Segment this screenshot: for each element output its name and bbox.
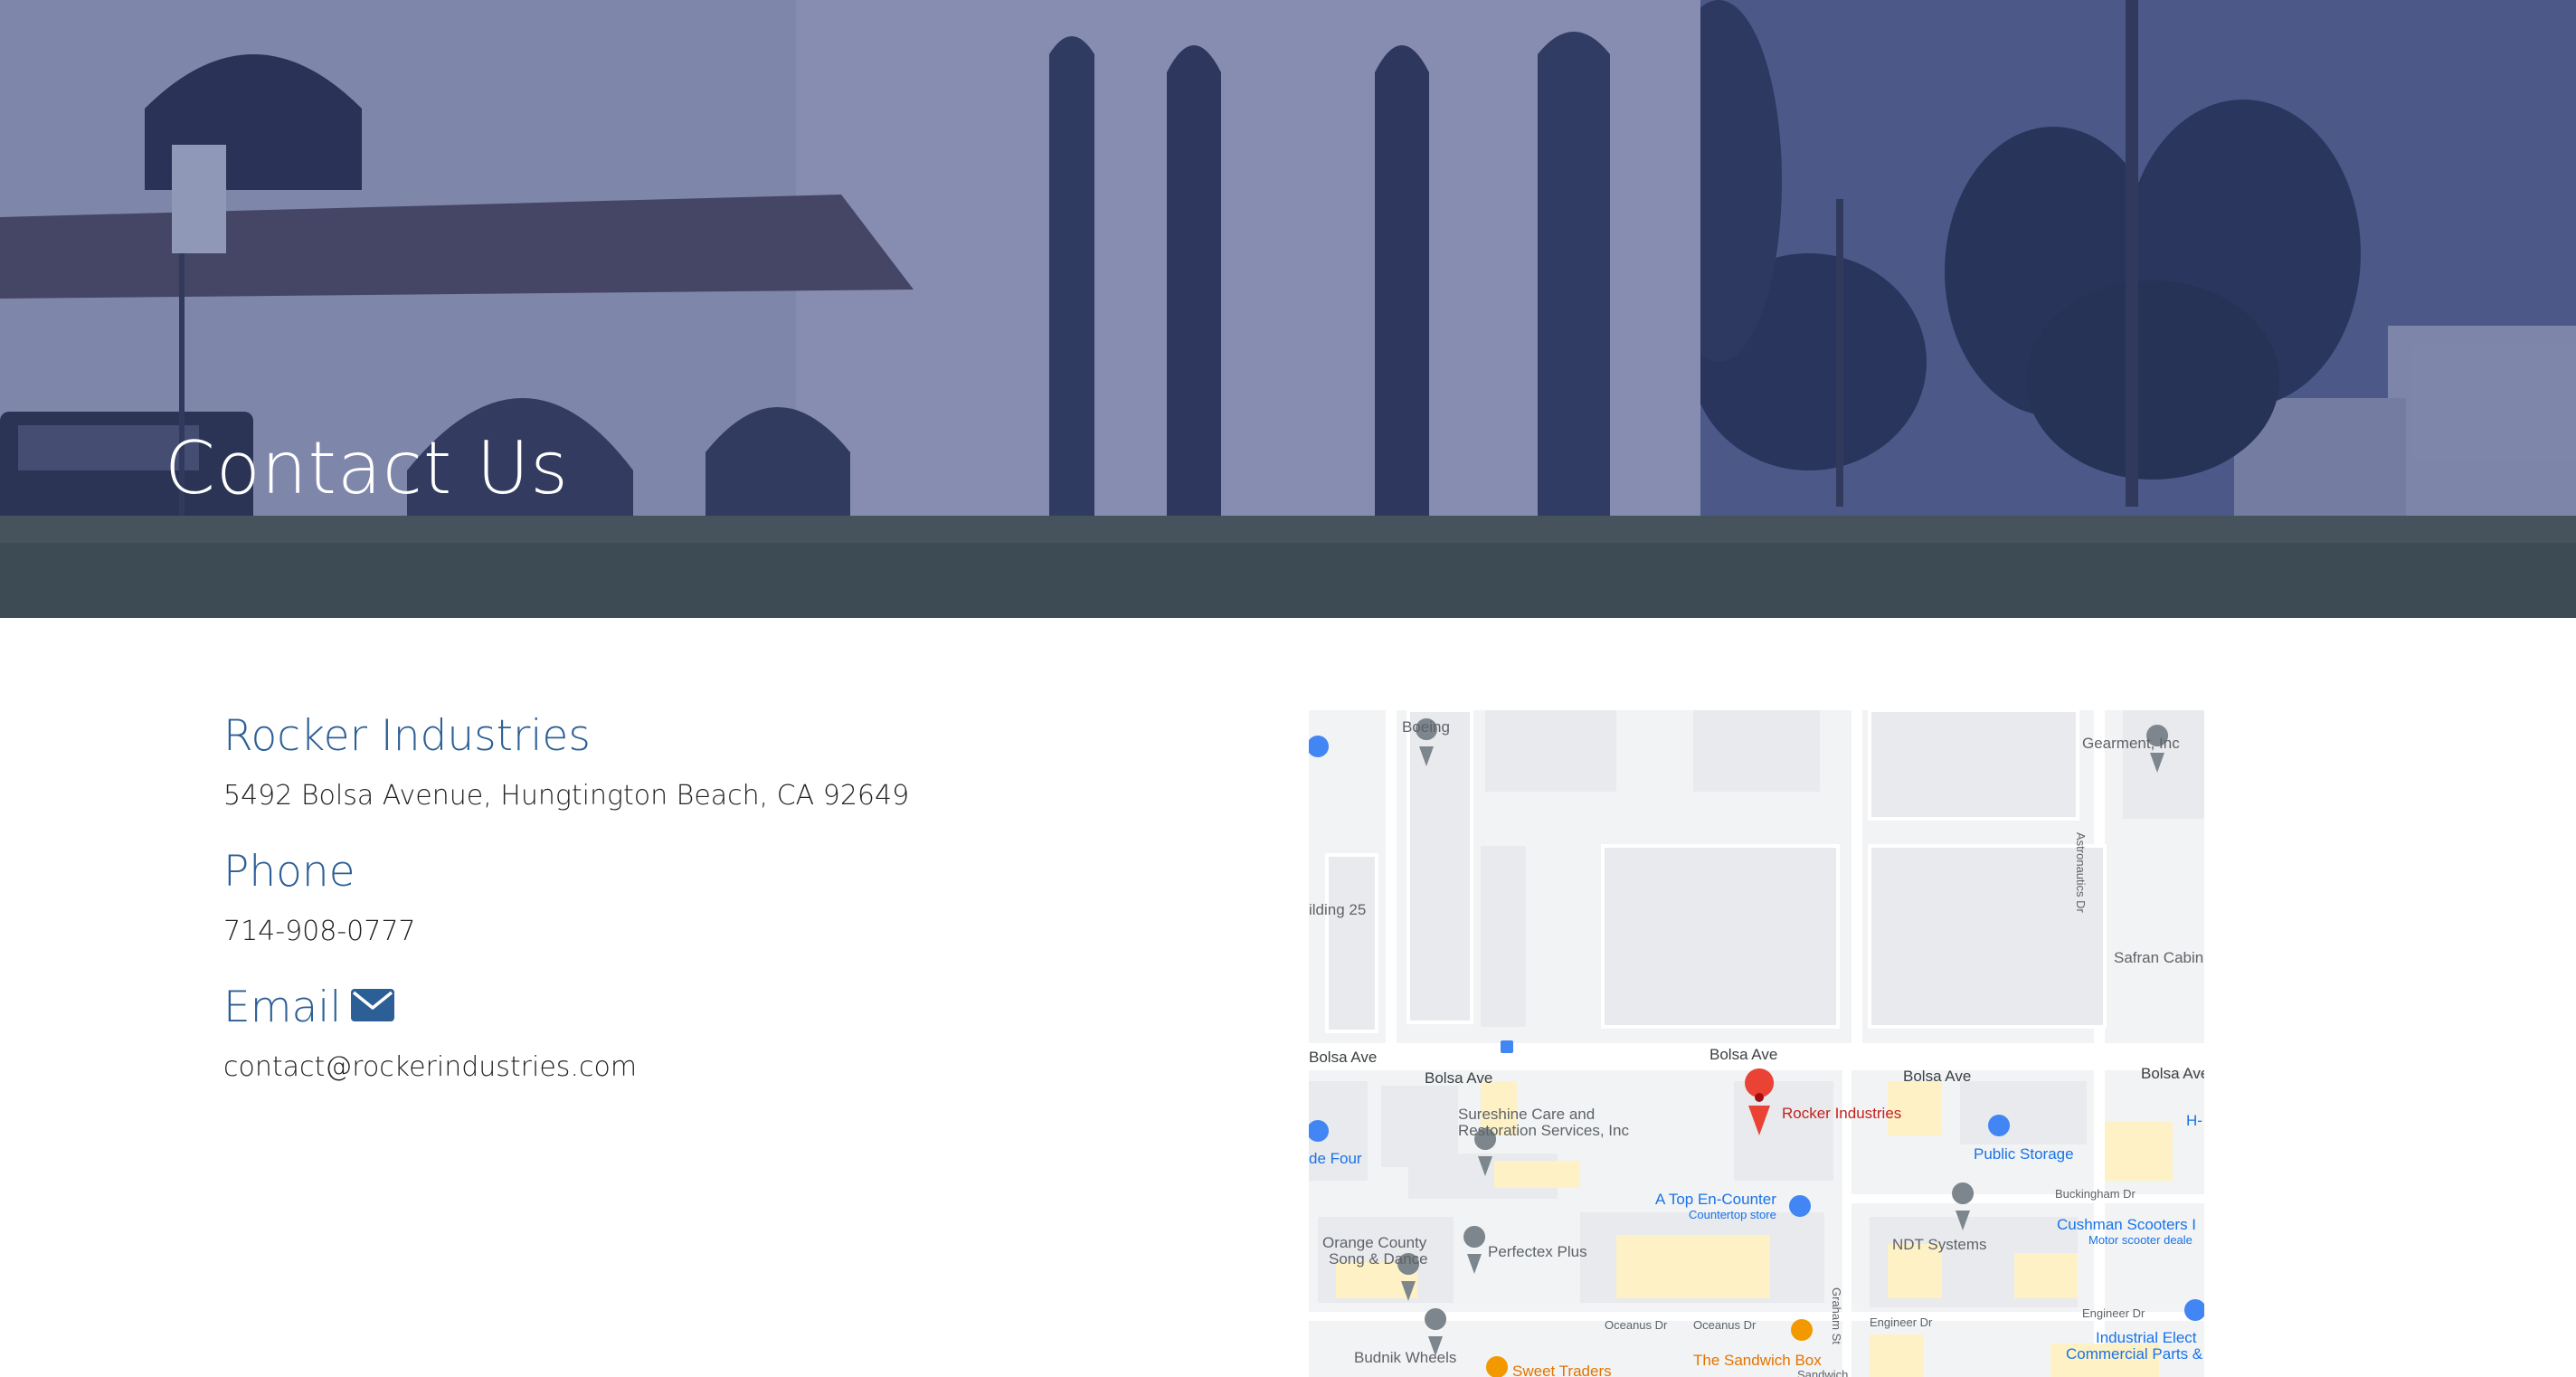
map-label-industrial-2: Commercial Parts & bbox=[2066, 1345, 2203, 1363]
map-road-oceanus-2: Oceanus Dr bbox=[1693, 1318, 1757, 1332]
map-label-budnik: Budnik Wheels bbox=[1354, 1349, 1457, 1366]
map-label-rocker: Rocker Industries bbox=[1782, 1105, 1902, 1122]
map-label-buckingham: Buckingham Dr bbox=[2055, 1187, 2136, 1201]
phone-number[interactable]: 714-908-0777 bbox=[223, 918, 416, 945]
envelope-icon bbox=[351, 989, 394, 1021]
page-title: Contact Us bbox=[165, 426, 569, 510]
map-label-public-storage: Public Storage bbox=[1974, 1145, 2074, 1163]
map-road-bolsa-2: Bolsa Ave bbox=[1425, 1069, 1493, 1087]
map-label-orange-1: Orange County bbox=[1322, 1234, 1427, 1251]
email-heading: Email bbox=[223, 983, 342, 1032]
map-label-cushman-1: Cushman Scooters I bbox=[2057, 1216, 2197, 1233]
map-label-gearment: Gearment, Inc bbox=[2082, 735, 2180, 752]
map-canvas bbox=[1309, 710, 2204, 1377]
company-heading: Rocker Industries bbox=[223, 711, 591, 761]
map-label-cushman-2: Motor scooter deale bbox=[2088, 1233, 2192, 1247]
map-road-bolsa-3: Bolsa Ave bbox=[1709, 1046, 1778, 1063]
email-address[interactable]: contact@rockerindustries.com bbox=[223, 1054, 637, 1081]
map-label-safran: Safran Cabin bbox=[2114, 949, 2204, 966]
map-label-h: H- bbox=[2186, 1112, 2202, 1129]
company-address: 5492 Bolsa Avenue, Hungtington Beach, CA… bbox=[223, 780, 910, 812]
map-label-ndt: NDT Systems bbox=[1892, 1236, 1987, 1253]
map-road-bolsa-5: Bolsa Ave bbox=[2141, 1065, 2204, 1082]
map-road-bolsa-4: Bolsa Ave bbox=[1903, 1068, 1972, 1085]
map-road-engineer-1: Engineer Dr bbox=[1870, 1315, 1933, 1329]
map-label-industrial-1: Industrial Elect bbox=[2096, 1329, 2197, 1346]
map-label-orange-2: Song & Dance bbox=[1329, 1250, 1428, 1268]
map-road-engineer-2: Engineer Dr bbox=[2082, 1306, 2145, 1320]
map-label-sandwich-1: The Sandwich Box bbox=[1693, 1352, 1822, 1369]
map-label-atop-2: Countertop store bbox=[1689, 1208, 1776, 1221]
map-label-sureshine-2: Restoration Services, Inc bbox=[1458, 1122, 1629, 1139]
map-label-boeing: Boeing bbox=[1402, 718, 1450, 736]
map-label-atop-1: A Top En-Counter bbox=[1655, 1191, 1776, 1208]
map-label-sweet-traders: Sweet Traders bbox=[1512, 1363, 1612, 1377]
map-label-sandwich-2: Sandwich bbox=[1797, 1368, 1849, 1377]
map-label-building25: ilding 25 bbox=[1309, 901, 1367, 918]
hero-overlay bbox=[0, 0, 2576, 618]
map-road-oceanus-1: Oceanus Dr bbox=[1605, 1318, 1668, 1332]
map-label-perfectex: Perfectex Plus bbox=[1488, 1243, 1587, 1260]
map-road-graham: Graham St bbox=[1830, 1287, 1843, 1344]
map-label-astronautics: Astronautics Dr bbox=[2074, 832, 2088, 913]
map-label-defour: de Four bbox=[1309, 1150, 1362, 1167]
google-map[interactable]: Boeing Gearment, Inc Astronautics Dr ild… bbox=[1309, 710, 2204, 1377]
hero-banner: Contact Us bbox=[0, 0, 2576, 618]
map-road-bolsa-1: Bolsa Ave bbox=[1309, 1049, 1378, 1066]
map-label-sureshine-1: Sureshine Care and bbox=[1458, 1106, 1596, 1123]
phone-heading: Phone bbox=[223, 847, 355, 897]
